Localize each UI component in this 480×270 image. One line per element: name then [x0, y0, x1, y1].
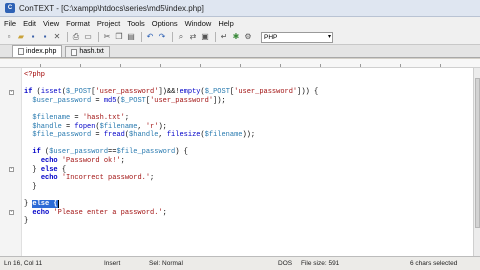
menu-project[interactable]: Project	[97, 19, 120, 28]
menu-bar: File Edit View Format Project Tools Opti…	[0, 17, 480, 30]
save-all-icon[interactable]: ▪	[40, 32, 50, 42]
fold-toggle-icon[interactable]: -	[9, 90, 14, 95]
code-line: <?php	[24, 71, 46, 79]
tab-label: hash.txt	[79, 48, 104, 55]
menu-file[interactable]: File	[4, 19, 16, 28]
title-bar: C ConTEXT - [C:\xampp\htdocs\series\md5\…	[0, 0, 480, 17]
code-editor[interactable]: - - - <?php if (isset($_POST['user_passw…	[0, 68, 473, 256]
toolbar-separator	[215, 32, 216, 42]
language-value: PHP	[264, 33, 278, 41]
selection-count: 6 chars selected	[410, 260, 458, 267]
close-file-icon[interactable]: ✕	[52, 32, 62, 42]
ruler	[0, 59, 480, 68]
code-line: $user_password = md5($_POST['user_passwo…	[32, 96, 226, 105]
code-content[interactable]: <?php if (isset($_POST['user_password'])…	[24, 71, 318, 226]
file-icon	[18, 48, 24, 55]
cut-icon[interactable]: ✂	[102, 32, 112, 42]
editor-gutter: - - -	[0, 68, 22, 256]
language-select[interactable]: PHP ▾	[261, 31, 333, 43]
selected-text[interactable]: else {	[32, 199, 58, 208]
fold-toggle-icon[interactable]: -	[9, 167, 14, 172]
settings-icon[interactable]: ⚙	[243, 32, 253, 42]
ruler-tick	[440, 64, 441, 67]
status-bar: Ln 16, Col 11 Insert Sel: Normal DOS Fil…	[0, 256, 480, 270]
open-folder-icon[interactable]: ▰	[16, 32, 26, 42]
menu-options[interactable]: Options	[152, 19, 178, 28]
ruler-tick	[400, 64, 401, 67]
insert-mode: Insert	[104, 260, 121, 267]
code-line: if (isset($_POST['user_password'])&&!emp…	[24, 88, 319, 97]
app-icon: C	[5, 3, 15, 13]
toolbar-separator	[172, 32, 173, 42]
selection-mode: Sel: Normal	[149, 260, 183, 267]
ruler-tick	[200, 64, 201, 67]
tab-index-php[interactable]: index.php	[12, 45, 63, 57]
code-line: echo 'Incorrect password.';	[40, 174, 155, 183]
code-line: $file_password = fread($handle, filesize…	[32, 131, 256, 140]
file-size: File size: 591	[301, 260, 340, 267]
scrollbar-thumb[interactable]	[475, 78, 480, 228]
ruler-tick	[240, 64, 241, 67]
ruler-tick	[280, 64, 281, 67]
ruler-tick	[360, 64, 361, 67]
preview-icon[interactable]: ▭	[83, 32, 93, 42]
menu-format[interactable]: Format	[66, 19, 90, 28]
goto-icon[interactable]: ▣	[200, 32, 210, 42]
copy-icon[interactable]: ❐	[114, 32, 124, 42]
code-line: if ($user_password==$file_password) {	[32, 148, 188, 157]
code-line: }	[24, 217, 29, 226]
undo-icon[interactable]: ↶	[145, 32, 155, 42]
code-line: echo 'Please enter a password.';	[32, 208, 167, 217]
save-icon[interactable]: ▪	[28, 32, 38, 42]
fold-toggle-icon[interactable]: -	[9, 210, 14, 215]
replace-icon[interactable]: ⇄	[188, 32, 198, 42]
menu-window[interactable]: Window	[185, 19, 212, 28]
paste-icon[interactable]: ▤	[126, 32, 136, 42]
file-tabs: index.php hash.txt	[0, 45, 480, 58]
ruler-tick	[120, 64, 121, 67]
menu-help[interactable]: Help	[218, 19, 233, 28]
find-icon[interactable]: ⌕	[176, 32, 186, 42]
toolbar-separator	[141, 32, 142, 42]
toolbar: ▫ ▰ ▪ ▪ ✕ ⎙ ▭ ✂ ❐ ▤ ↶ ↷ ⌕ ⇄ ▣ ↵ ✱ ⚙ PHP …	[0, 30, 480, 45]
menu-view[interactable]: View	[43, 19, 59, 28]
tab-hash-txt[interactable]: hash.txt	[65, 46, 110, 57]
code-line: } else {	[24, 199, 318, 209]
ruler-tick	[80, 64, 81, 67]
toolbar-separator	[67, 32, 68, 42]
menu-edit[interactable]: Edit	[23, 19, 36, 28]
vertical-scrollbar[interactable]	[473, 68, 480, 256]
chevron-down-icon: ▾	[327, 33, 331, 40]
window-title: ConTEXT - [C:\xampp\htdocs\series\md5\in…	[19, 3, 204, 13]
code-line: echo 'Password ok!';	[40, 156, 125, 165]
run-icon[interactable]: ✱	[231, 32, 241, 42]
toolbar-separator	[98, 32, 99, 42]
redo-icon[interactable]: ↷	[157, 32, 167, 42]
new-file-icon[interactable]: ▫	[4, 32, 14, 42]
ruler-tick	[320, 64, 321, 67]
word-wrap-icon[interactable]: ↵	[219, 32, 229, 42]
code-line: } else {	[24, 165, 67, 174]
file-icon	[71, 48, 78, 56]
print-icon[interactable]: ⎙	[71, 32, 81, 42]
line-format: DOS	[278, 260, 293, 267]
cursor-position: Ln 16, Col 11	[4, 260, 43, 267]
code-line: }	[24, 182, 37, 191]
code-line: $filename = 'hash.txt';	[32, 113, 130, 122]
ruler-tick	[40, 64, 41, 67]
ruler-tick	[160, 64, 161, 67]
tab-label: index.php	[26, 47, 57, 55]
code-line: $handle = fopen($filename, 'r');	[32, 122, 167, 131]
menu-tools[interactable]: Tools	[127, 19, 145, 28]
